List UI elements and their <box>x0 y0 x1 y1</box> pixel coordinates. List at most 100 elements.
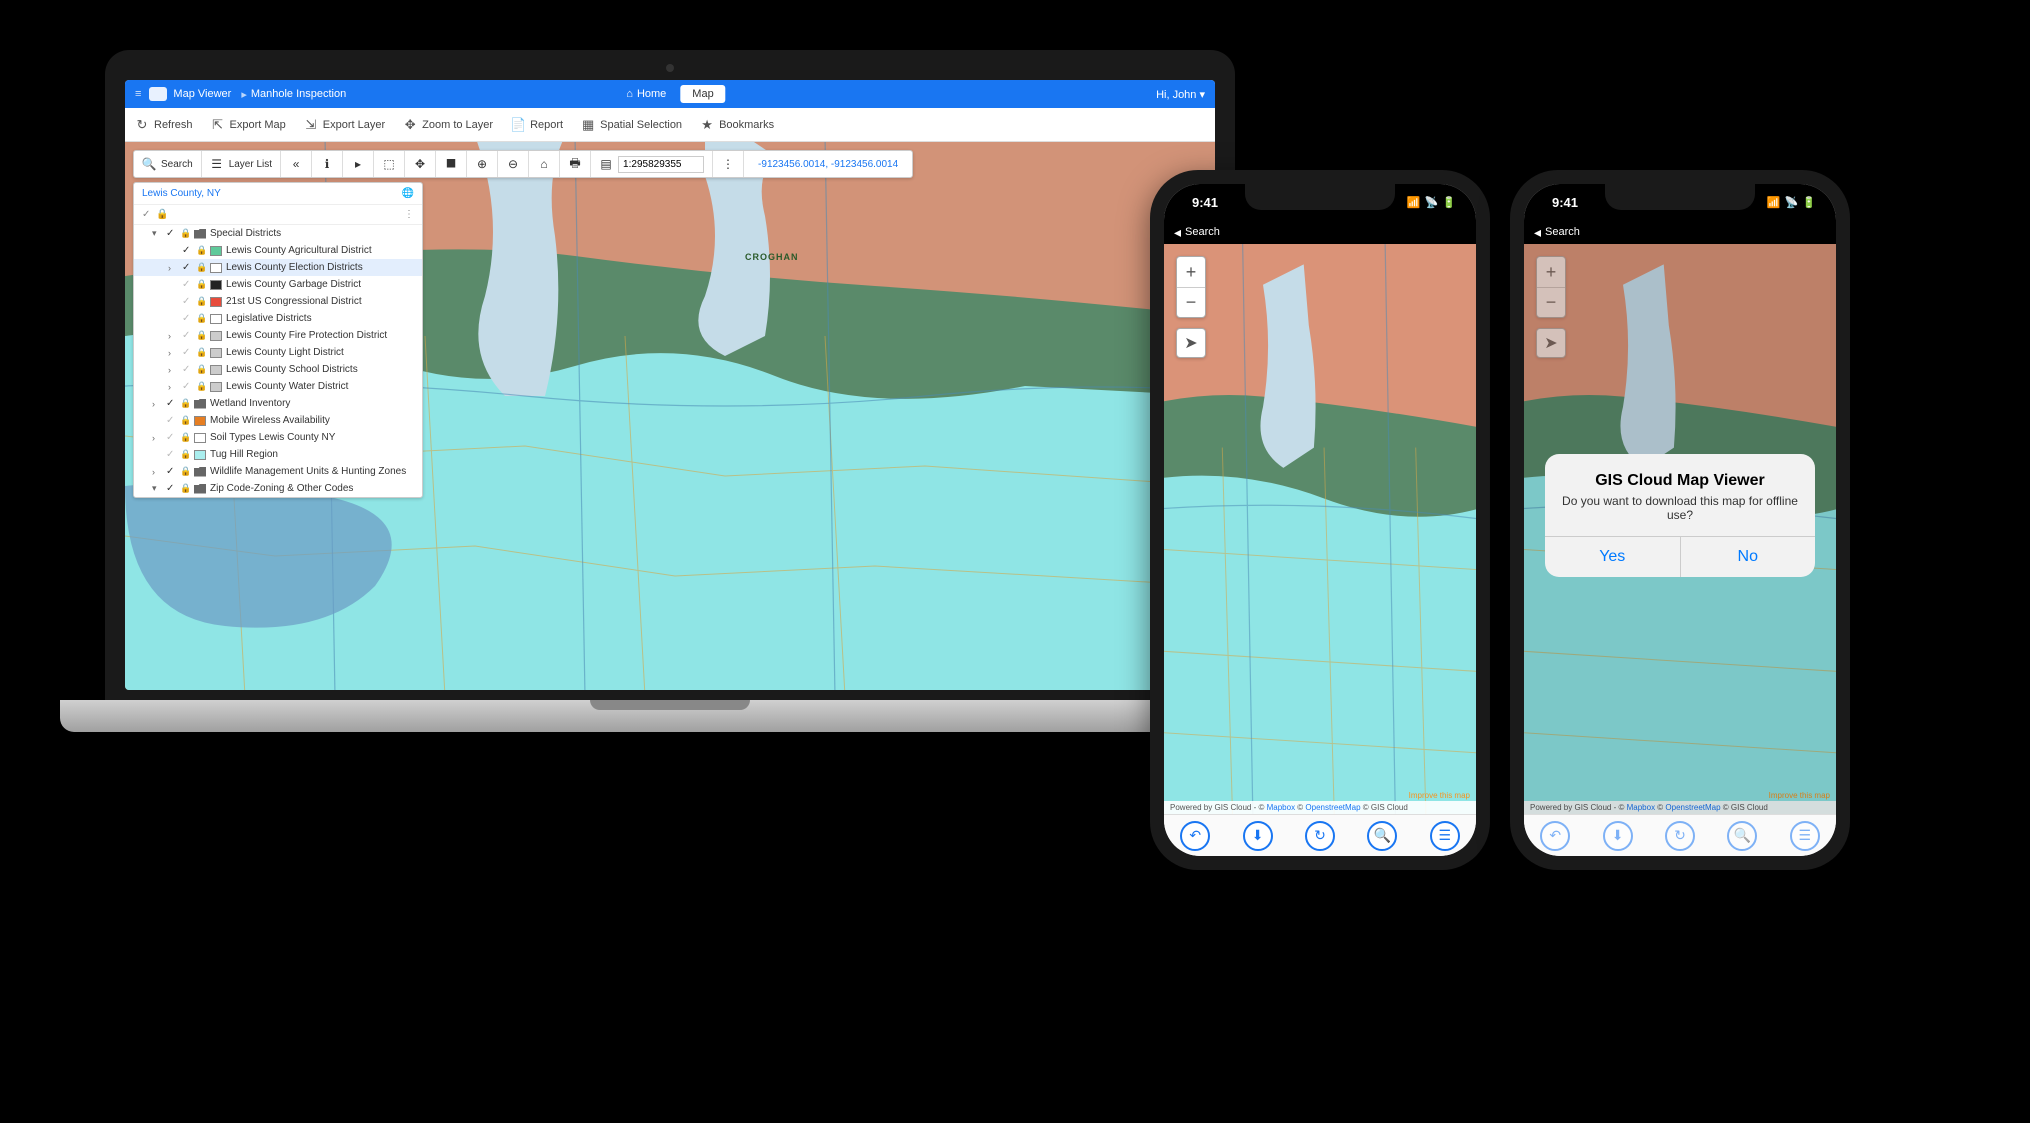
osm-link[interactable]: OpenstreetMap <box>1665 803 1720 812</box>
zoom-out-button[interactable]: − <box>1177 287 1205 317</box>
lock-icon[interactable]: 🔒 <box>196 313 206 324</box>
refresh-button[interactable]: ↻Refresh <box>135 118 193 132</box>
map-title-link[interactable]: Lewis County, NY <box>142 188 221 199</box>
info-button[interactable]: ℹ <box>312 151 343 177</box>
menu-icon[interactable]: ≡ <box>135 88 141 100</box>
scale-input[interactable] <box>618 156 704 173</box>
expand-icon[interactable]: › <box>168 348 178 358</box>
undo-button[interactable]: ↶ <box>1540 821 1570 851</box>
pan-button[interactable]: ✥ <box>405 151 436 177</box>
export-layer-button[interactable]: ⇲Export Layer <box>304 118 385 132</box>
layer-row[interactable]: ›✓🔒Wetland Inventory <box>134 395 422 412</box>
tab-map[interactable]: Map <box>680 85 725 103</box>
lock-icon[interactable]: 🔒 <box>180 449 190 460</box>
lock-icon[interactable]: 🔒 <box>180 483 190 494</box>
undo-button[interactable]: ↶ <box>1180 821 1210 851</box>
lock-icon[interactable]: 🔒 <box>180 432 190 443</box>
layer-row[interactable]: ✓🔒Lewis County Agricultural District <box>134 242 422 259</box>
lock-icon[interactable]: 🔒 <box>156 209 168 220</box>
visibility-check-icon[interactable]: ✓ <box>166 466 176 477</box>
zoom-in-button[interactable]: + <box>1537 257 1565 287</box>
zoom-out-button[interactable]: ⊖ <box>498 151 529 177</box>
expand-icon[interactable]: › <box>168 263 178 273</box>
print-button[interactable]: 🖶 <box>560 151 591 177</box>
expand-icon[interactable]: › <box>152 433 162 443</box>
visibility-check-icon[interactable]: ✓ <box>166 398 176 409</box>
more-button[interactable]: ⋮ <box>713 151 744 177</box>
layer-row[interactable]: ✓🔒Tug Hill Region <box>134 446 422 463</box>
pin-button[interactable]: ⯀ <box>436 151 467 177</box>
lock-icon[interactable]: 🔒 <box>180 466 190 477</box>
zoom-out-button[interactable]: − <box>1537 287 1565 317</box>
visibility-check-icon[interactable]: ✓ <box>182 313 192 324</box>
layer-row[interactable]: ✓🔒21st US Congressional District <box>134 293 422 310</box>
mapbox-link[interactable]: Mapbox <box>1627 803 1655 812</box>
search-button[interactable]: 🔍 <box>1727 821 1757 851</box>
layer-row[interactable]: ›✓🔒Lewis County School Districts <box>134 361 422 378</box>
layer-row[interactable]: ✓🔒Mobile Wireless Availability <box>134 412 422 429</box>
expand-icon[interactable]: › <box>168 365 178 375</box>
zoom-in-button[interactable]: + <box>1177 257 1205 287</box>
lock-icon[interactable]: 🔒 <box>196 381 206 392</box>
expand-icon[interactable]: ▾ <box>152 228 162 239</box>
visibility-check-icon[interactable]: ✓ <box>182 381 192 392</box>
lock-icon[interactable]: 🔒 <box>196 347 206 358</box>
select-rect-button[interactable]: ⬚ <box>374 151 405 177</box>
home-extent-button[interactable]: ⌂ <box>529 151 560 177</box>
alert-yes-button[interactable]: Yes <box>1545 537 1680 577</box>
visibility-check-icon[interactable]: ✓ <box>166 228 176 239</box>
layer-row[interactable]: ✓🔒Lewis County Garbage District <box>134 276 422 293</box>
globe-icon[interactable]: 🌐 <box>402 188 414 199</box>
layer-row[interactable]: ›✓🔒Lewis County Water District <box>134 378 422 395</box>
visibility-check-icon[interactable]: ✓ <box>182 245 192 256</box>
menu-button[interactable]: ☰ <box>1790 821 1820 851</box>
visibility-check-icon[interactable]: ✓ <box>166 432 176 443</box>
visibility-check-icon[interactable]: ✓ <box>182 262 192 273</box>
expand-icon[interactable]: › <box>152 399 162 409</box>
alert-no-button[interactable]: No <box>1680 537 1816 577</box>
nav-bar[interactable]: ◂ Search <box>1524 220 1836 244</box>
lock-icon[interactable]: 🔒 <box>196 364 206 375</box>
mapbox-link[interactable]: Mapbox <box>1267 803 1295 812</box>
layer-row[interactable]: ✓🔒Legislative Districts <box>134 310 422 327</box>
nav-bar[interactable]: ◂ Search <box>1164 220 1476 244</box>
visibility-check-icon[interactable]: ✓ <box>182 296 192 307</box>
layer-row[interactable]: ›✓🔒Lewis County Light District <box>134 344 422 361</box>
layer-list-button[interactable]: ☰Layer List <box>202 151 281 177</box>
layer-row[interactable]: ›✓🔒Soil Types Lewis County NY <box>134 429 422 446</box>
lock-icon[interactable]: 🔒 <box>196 330 206 341</box>
lock-icon[interactable]: 🔒 <box>196 262 206 273</box>
visibility-check-icon[interactable]: ✓ <box>166 449 176 460</box>
layer-row[interactable]: ▾✓🔒Special Districts <box>134 225 422 242</box>
locate-button[interactable]: ➤ <box>1176 328 1206 358</box>
download-button[interactable]: ⬇ <box>1243 821 1273 851</box>
user-menu[interactable]: Hi, John ▾ <box>1156 88 1205 101</box>
visibility-check-icon[interactable]: ✓ <box>166 415 176 426</box>
lock-icon[interactable]: 🔒 <box>196 279 206 290</box>
layer-row[interactable]: ›✓🔒Lewis County Election Districts <box>134 259 422 276</box>
expand-icon[interactable]: › <box>168 331 178 341</box>
visibility-check-icon[interactable]: ✓ <box>166 483 176 494</box>
menu-button[interactable]: ☰ <box>1430 821 1460 851</box>
improve-link[interactable]: Improve this map <box>1769 791 1830 800</box>
visibility-check-icon[interactable]: ✓ <box>182 347 192 358</box>
lock-icon[interactable]: 🔒 <box>180 228 190 239</box>
expand-icon[interactable]: › <box>152 467 162 477</box>
expand-icon[interactable]: ▾ <box>152 483 162 494</box>
settings-more-icon[interactable]: ⋮ <box>404 209 414 220</box>
expand-icon[interactable]: › <box>168 382 178 392</box>
layer-row[interactable]: ›✓🔒Lewis County Fire Protection District <box>134 327 422 344</box>
lock-icon[interactable]: 🔒 <box>180 398 190 409</box>
map-canvas[interactable]: CROGHAN 🔍Search ☰Layer List « ℹ ▸ ⬚ ✥ ⯀ … <box>125 142 1215 690</box>
pointer-button[interactable]: ▸ <box>343 151 374 177</box>
bookmarks-button[interactable]: ★Bookmarks <box>700 118 774 132</box>
export-map-button[interactable]: ⇱Export Map <box>211 118 286 132</box>
phone-map[interactable]: + − ➤ Powered by GIS Cloud - © Mapbox © … <box>1164 244 1476 814</box>
check-icon[interactable]: ✓ <box>142 209 150 220</box>
project-name[interactable]: Manhole Inspection <box>251 88 346 100</box>
lock-icon[interactable]: 🔒 <box>196 296 206 307</box>
lock-icon[interactable]: 🔒 <box>180 415 190 426</box>
spatial-selection-button[interactable]: ▦Spatial Selection <box>581 118 682 132</box>
refresh-button[interactable]: ↻ <box>1665 821 1695 851</box>
layer-row[interactable]: ›✓🔒Wildlife Management Units & Hunting Z… <box>134 463 422 480</box>
